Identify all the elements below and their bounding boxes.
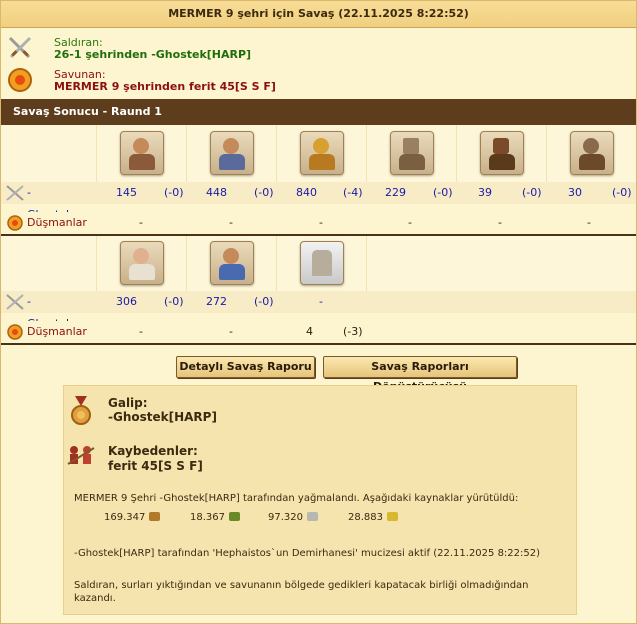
plunder-text: MERMER 9 Şehri -Ghostek[HARP] tarafından… [74,493,519,504]
wood-icon [149,512,161,521]
divider [1,343,636,345]
unit-count: 4 [306,325,313,338]
losers-label: Kaybedenler: [108,444,198,458]
unit-count: - [408,216,412,229]
unit-count: - [139,216,143,229]
attacker-stats-row: -Ghostek 306(-0) 272(-0) - [1,291,636,330]
unit-loss: (-0) [254,295,274,308]
unit-loss: (-0) [612,186,632,199]
wall-icon[interactable] [300,241,344,285]
unit-loss: (-0) [164,186,184,199]
report-converter-button[interactable]: Savaş Raporları Dönüştürücüsü [323,356,517,393]
unit-icon-row [1,236,636,291]
miracle-text: -Ghostek[HARP] tarafından 'Hephaistos`un… [74,548,541,559]
ram-icon[interactable] [480,131,524,175]
unit-count: 306 [116,295,137,308]
attacker-info: Saldıran: 26-1 şehrinden -Ghostek[HARP] [1,31,636,65]
swordsman-icon[interactable] [120,131,164,175]
wine-icon [229,512,240,521]
unit-count: - [587,216,591,229]
marble-icon [307,512,318,521]
winner-label: Galip: [108,396,148,410]
unit-count: 448 [206,186,227,199]
unit-count: - [498,216,502,229]
cook-icon[interactable] [120,241,164,285]
defender-info: Savunan: MERMER 9 şehrinden ferit 45[S S… [1,63,636,97]
battle-report-panel: MERMER 9 şehri için Savaş (22.11.2025 8:… [0,0,637,624]
unit-count: 39 [478,186,492,199]
round-shield-icon [7,324,23,340]
resource-sulfur: 28.883 [348,512,398,523]
loser-name[interactable]: ferit 45[S S F] [108,459,203,473]
unit-count: - [229,216,233,229]
sulfur-icon [387,512,398,521]
unit-count: 840 [296,186,317,199]
unit-loss: (-0) [522,186,542,199]
slinger-icon[interactable] [210,131,254,175]
defender-city[interactable]: MERMER 9 şehrinden ferit 45[S S F] [54,80,276,93]
unit-count: - [229,325,233,338]
enemy-stats-row: Düşmanlar - - - - - - [1,212,636,234]
unit-loss: (-0) [433,186,453,199]
round-shield-icon [8,68,32,92]
doctor-icon[interactable] [210,241,254,285]
unit-icon-row [1,125,636,182]
hoplite-icon[interactable] [300,131,344,175]
unit-count: 272 [206,295,227,308]
unit-loss: (-0) [164,295,184,308]
enemy-stats-row: Düşmanlar - - 4 (-3) [1,321,636,343]
crossed-swords-icon [6,294,24,310]
page-title: MERMER 9 şehri için Savaş (22.11.2025 8:… [1,1,636,28]
attacker-stats-row: -Ghostek 145(-0) 448(-0) 840(-4) 229(-0)… [1,182,636,221]
medal-icon [71,396,91,425]
round-title: Savaş Sonucu - Raund 1 [1,99,636,125]
unit-loss: (-0) [254,186,274,199]
wall-text: Saldıran, surları yıktığından ve savunan… [74,580,529,604]
enemy-name: Düşmanlar [27,216,87,229]
unit-count: 30 [568,186,582,199]
crossed-swords-icon [8,36,32,59]
round-shield-icon [7,215,23,231]
unit-count: 145 [116,186,137,199]
unit-count: 229 [385,186,406,199]
unit-count: - [139,325,143,338]
detailed-report-button[interactable]: Detaylı Savaş Raporu [176,356,315,378]
unit-count: - [319,295,323,308]
winner-name[interactable]: -Ghostek[HARP] [108,410,217,424]
attacker-city[interactable]: 26-1 şehrinden -Ghostek[HARP] [54,48,251,61]
crossed-swords-icon [6,185,24,201]
fallen-soldiers-icon [67,446,95,465]
resource-wine: 18.367 [190,512,240,523]
ballista-icon[interactable] [570,131,614,175]
battle-summary: Galip: -Ghostek[HARP] Kaybedenler: ferit… [63,385,577,615]
unit-loss: (-4) [343,186,363,199]
resource-wood: 169.347 [104,512,161,523]
resource-marble: 97.320 [268,512,318,523]
enemy-name: Düşmanlar [27,325,87,338]
unit-loss: (-3) [343,325,363,338]
catapult-icon[interactable] [390,131,434,175]
unit-count: - [319,216,323,229]
